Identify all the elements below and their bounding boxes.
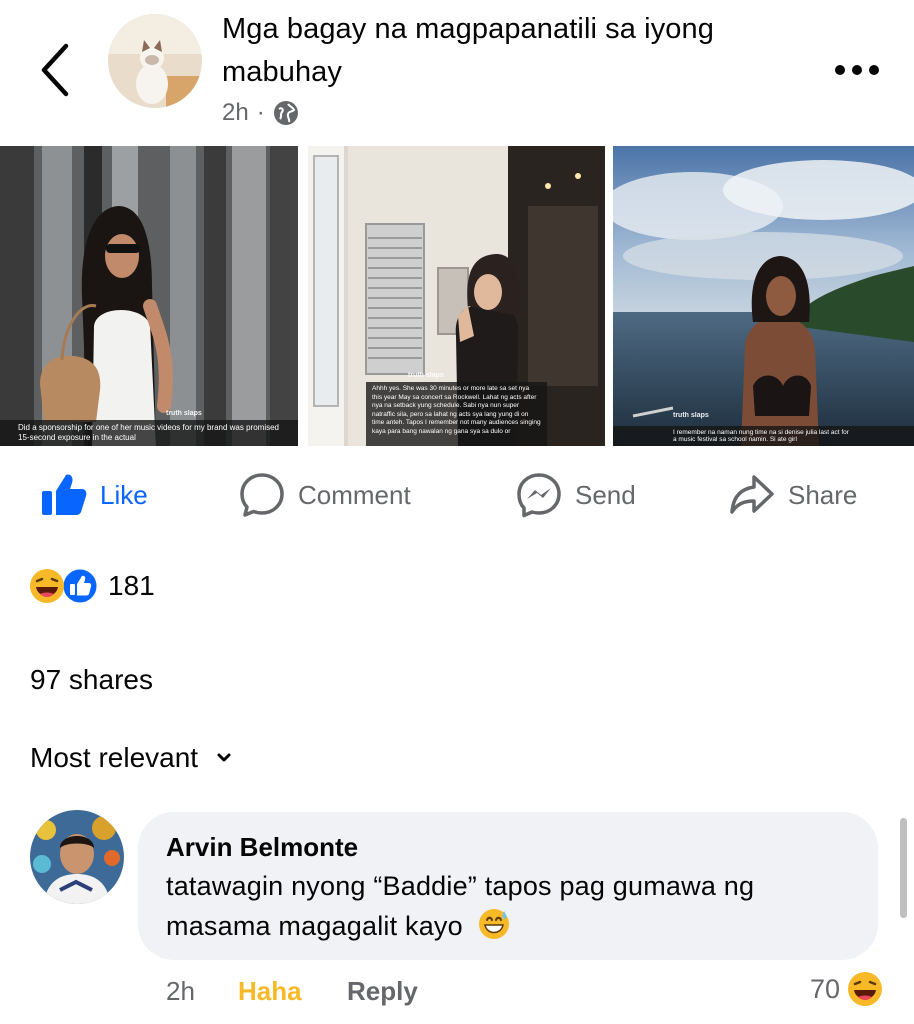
comment-reply-button[interactable]: Reply (347, 976, 418, 1007)
comment-label: Comment (298, 479, 411, 510)
share-button[interactable]: Share (728, 470, 857, 520)
grin-sweat-emoji-icon (478, 909, 509, 939)
comment-button[interactable]: Comment (238, 470, 411, 520)
post-photo-2[interactable]: truth slaps Ahhh yes. She was 30 minutes… (308, 146, 605, 446)
watermark: truth slaps (166, 410, 202, 417)
photo-caption: Ahhh yes. She was 30 minutes or more lat… (366, 382, 547, 446)
globe-icon (273, 101, 298, 125)
comment-text: tatawagin nyong “Baddie” tapos pag gumaw… (166, 866, 866, 946)
meta-separator: · (256, 99, 265, 126)
post-photo-1[interactable]: truth slaps Did a sponsorship for one of… (0, 146, 298, 446)
chevron-left-icon (41, 43, 69, 97)
send-button[interactable]: Send (515, 470, 636, 520)
like-button[interactable]: Like (40, 470, 148, 520)
comment-author[interactable]: Arvin Belmonte (166, 832, 358, 863)
comment-haha-button[interactable]: Haha (238, 976, 302, 1007)
back-button[interactable] (36, 42, 76, 98)
comment-reaction-count: 70 (810, 973, 841, 1004)
share-icon (730, 475, 774, 514)
like-reaction-icon (60, 566, 100, 606)
like-label: Like (100, 479, 148, 510)
chevron-down-icon (217, 753, 231, 762)
photo-caption: Did a sponsorship for one of her music v… (0, 420, 298, 446)
comment-body: tatawagin nyong “Baddie” tapos pag gumaw… (166, 871, 755, 941)
more-dots-icon (835, 65, 879, 75)
thumbs-up-icon (42, 474, 87, 515)
watermark: truth slaps (408, 372, 444, 379)
share-label: Share (788, 479, 858, 510)
post-title[interactable]: Mga bagay na magpapanatili sa iyong mabu… (222, 8, 802, 94)
commenter-avatar[interactable] (30, 810, 124, 904)
sort-label: Most relevant (30, 742, 199, 773)
scrollbar[interactable] (900, 818, 907, 918)
post-meta: 2h · (222, 96, 299, 130)
post-time[interactable]: 2h (222, 99, 249, 127)
comment-reaction-summary[interactable]: 70 (810, 970, 884, 1008)
send-label: Send (575, 479, 636, 510)
post-photo-3[interactable]: truth slaps I remember na naman nung tim… (613, 146, 914, 446)
more-options-button[interactable] (832, 58, 882, 82)
haha-emoji-icon (30, 569, 64, 603)
messenger-icon (517, 473, 561, 518)
comment-sort-dropdown[interactable]: Most relevant (30, 742, 232, 774)
haha-emoji-icon (848, 972, 883, 1006)
watermark: truth slaps (673, 412, 709, 419)
comment-time[interactable]: 2h (166, 976, 195, 1007)
comment-icon (240, 473, 284, 517)
reaction-count: 181 (108, 570, 155, 601)
photo-caption: I remember na naman nung time na si deni… (613, 426, 914, 446)
page-avatar[interactable] (108, 14, 202, 108)
reactions-summary[interactable]: 181 (28, 566, 155, 606)
shares-count[interactable]: 97 shares (30, 664, 153, 696)
